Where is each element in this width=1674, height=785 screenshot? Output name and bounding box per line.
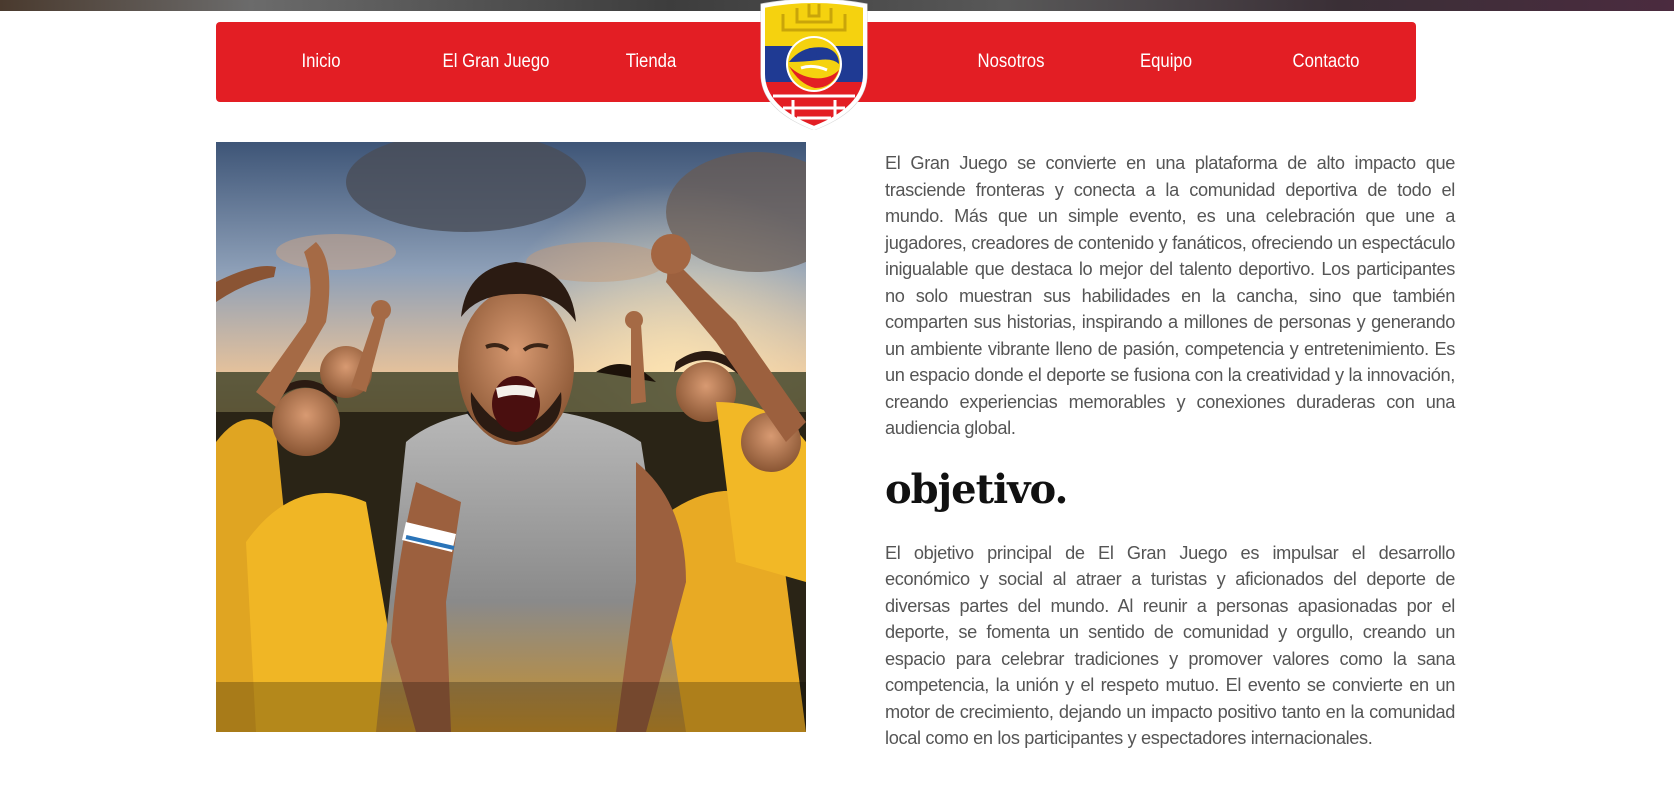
- nav-item-equipo[interactable]: Equipo: [1104, 22, 1227, 102]
- intro-paragraph: El Gran Juego se convierte en una plataf…: [885, 153, 1455, 438]
- celebrating-soccer-players-image: [216, 142, 806, 732]
- shield-soccer-ball-icon[interactable]: [753, 0, 875, 131]
- objective-paragraph: El objetivo principal de El Gran Juego e…: [885, 542, 1455, 749]
- nav-item-nosotros[interactable]: Nosotros: [945, 22, 1077, 102]
- nav-item-inicio[interactable]: Inicio: [277, 22, 365, 102]
- nav-item-contacto[interactable]: Contacto: [1264, 22, 1387, 102]
- objective-heading: objetivo.: [885, 465, 1068, 513]
- content-column: El Gran Juego se convierte en una plataf…: [885, 150, 1455, 752]
- nav-item-tienda[interactable]: Tienda: [598, 22, 704, 102]
- nav-item-el-gran-juego[interactable]: El Gran Juego: [421, 22, 571, 102]
